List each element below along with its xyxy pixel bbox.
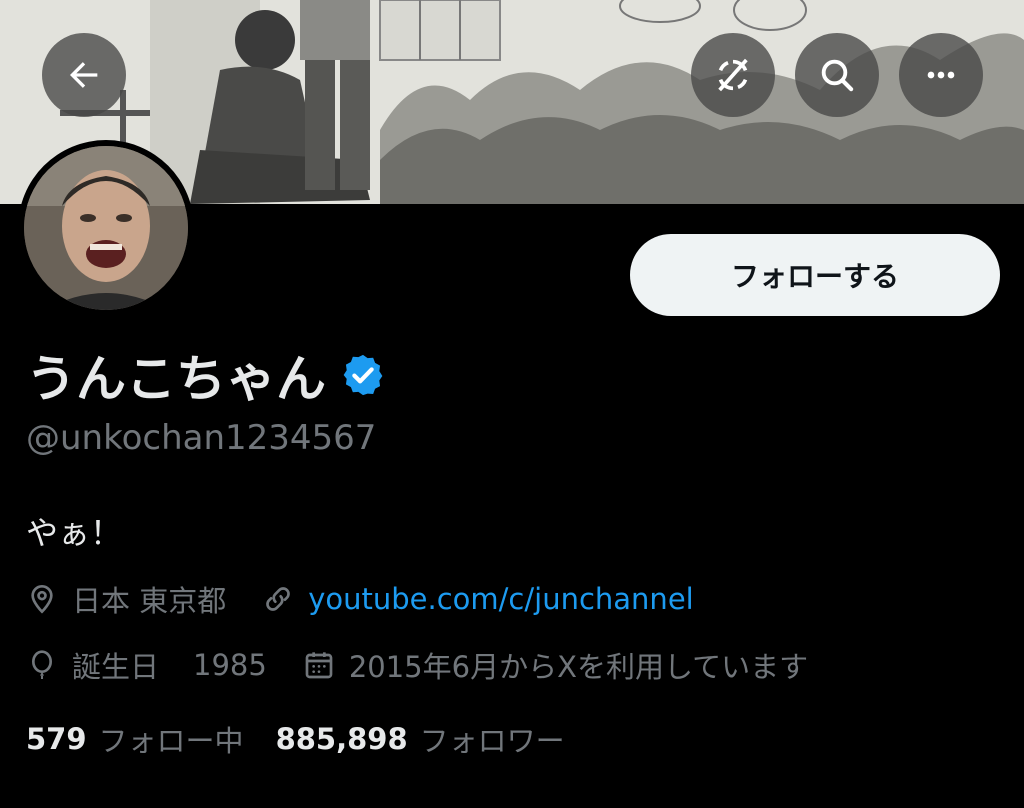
joined-date: 2015年6月からXを利用しています <box>348 650 809 684</box>
more-options-button[interactable] <box>899 33 983 117</box>
location-text: 日本 東京都 <box>72 584 227 618</box>
follow-button[interactable]: フォローする <box>630 234 1000 316</box>
calendar-icon <box>303 649 335 681</box>
birthday-value: 1985 <box>193 648 267 682</box>
followers-label: フォロワー <box>419 724 565 758</box>
location-pin-icon <box>26 583 58 615</box>
following-label: フォロー中 <box>98 724 244 758</box>
following-stat[interactable]: 579 フォロー中 <box>26 718 244 760</box>
handle: @unkochan1234567 <box>26 418 377 458</box>
followers-stat[interactable]: 885,898 フォロワー <box>276 718 565 760</box>
link-icon <box>262 583 294 615</box>
following-count: 579 <box>26 722 87 756</box>
verified-badge-icon[interactable] <box>340 352 386 398</box>
avatar[interactable] <box>18 140 194 316</box>
search-button[interactable] <box>795 33 879 117</box>
follow-stats: 579 フォロー中 885,898 フォロワー <box>26 718 565 760</box>
birthday-label: 誕生日 <box>72 650 160 684</box>
display-name-text: うんこちゃん <box>26 350 326 408</box>
balloon-icon <box>26 649 58 681</box>
arrow-left-icon <box>70 62 98 88</box>
bio: やぁ！ <box>26 514 123 552</box>
more-horizontal-icon <box>927 71 955 79</box>
avatar-photo <box>24 146 188 310</box>
search-icon <box>821 59 854 92</box>
profile-meta-row-dates: 誕生日 1985 2015年6月からXを利用しています <box>26 644 808 686</box>
profile-meta-row-location: 日本 東京都 youtube.com/c/junchannel <box>26 578 694 620</box>
display-name: うんこちゃん <box>26 340 386 410</box>
back-button[interactable] <box>42 33 126 117</box>
followers-count: 885,898 <box>275 722 408 756</box>
sync-off-icon <box>718 58 748 92</box>
sync-off-button[interactable] <box>691 33 775 117</box>
website-link[interactable]: youtube.com/c/junchannel <box>308 582 694 616</box>
